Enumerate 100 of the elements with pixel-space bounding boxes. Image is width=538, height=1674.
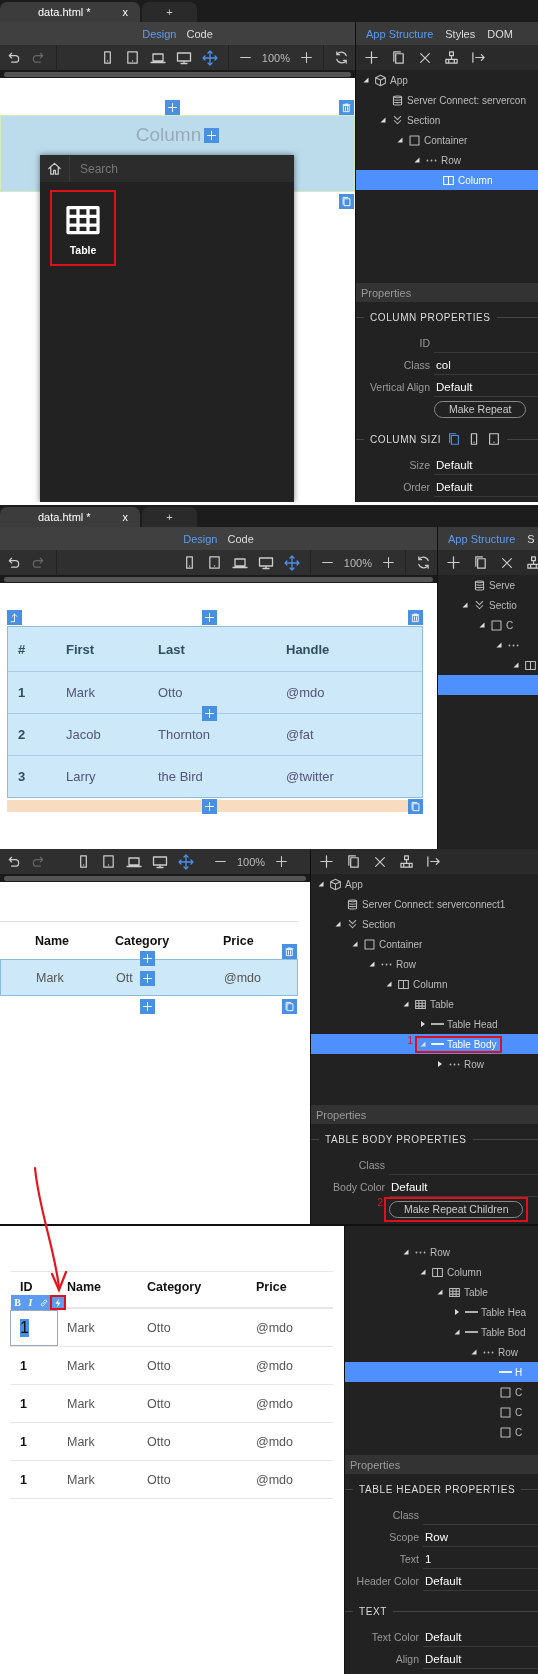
zoom-in-icon[interactable] <box>300 51 313 64</box>
text-field[interactable]: Row <box>423 1527 538 1547</box>
file-tab[interactable]: data.html * x <box>0 507 140 527</box>
home-button[interactable] <box>40 155 70 182</box>
tree-item[interactable]: Container <box>356 130 538 150</box>
view-tab[interactable]: Design <box>183 532 218 545</box>
tree-item[interactable]: C <box>345 1422 538 1442</box>
duplicate-button[interactable] <box>408 799 423 814</box>
move-icon[interactable] <box>178 853 194 870</box>
close-button[interactable]: x <box>122 511 128 523</box>
new-tab-button[interactable]: + <box>142 507 197 527</box>
tablet-icon[interactable] <box>124 50 140 65</box>
tree-item[interactable]: Container <box>311 934 538 954</box>
tree-item[interactable]: Table <box>345 1282 538 1302</box>
view-tab[interactable]: Code <box>227 532 254 545</box>
close-icon[interactable] <box>373 854 387 869</box>
tree-item[interactable]: Table Bod <box>345 1322 538 1342</box>
undo-icon[interactable] <box>6 50 21 65</box>
hierarchy-icon[interactable] <box>444 50 459 65</box>
export-icon[interactable] <box>426 854 441 869</box>
layers-icon[interactable] <box>447 432 462 446</box>
tree-item[interactable]: Serve <box>438 575 538 595</box>
tree-item[interactable]: Row <box>356 150 538 170</box>
view-tab[interactable]: Code <box>186 27 213 40</box>
text-field[interactable]: Default <box>423 1649 538 1669</box>
tree-item[interactable]: Section <box>356 110 538 130</box>
add-icon[interactable] <box>364 50 379 65</box>
tree-item[interactable]: Table <box>311 994 538 1014</box>
text-field[interactable]: col <box>434 355 538 375</box>
hierarchy-icon[interactable] <box>526 555 538 570</box>
scrollbar[interactable] <box>0 70 355 78</box>
add-icon[interactable] <box>446 555 461 570</box>
text-field[interactable]: Default <box>434 455 538 475</box>
tree-item[interactable]: C <box>345 1402 538 1422</box>
desktop-icon[interactable] <box>257 554 274 571</box>
duplicate-button[interactable] <box>339 194 354 209</box>
tree-item[interactable]: Column <box>311 974 538 994</box>
add-button[interactable] <box>140 951 155 966</box>
tree-item[interactable]: Row <box>311 954 538 974</box>
tree-item[interactable]: Section <box>311 914 538 934</box>
panel-tab[interactable]: App Structure <box>366 27 434 40</box>
undo-icon[interactable] <box>6 555 21 570</box>
text-field[interactable]: 1 <box>423 1549 538 1569</box>
desktop-icon[interactable] <box>152 853 168 870</box>
tree-item[interactable]: Server Connect: serverconnect1 <box>311 894 538 914</box>
tree-item[interactable]: Server Connect: servercon <box>356 90 538 110</box>
zoom-in-icon[interactable] <box>382 556 395 569</box>
panel-tab[interactable]: App Structure <box>448 532 516 545</box>
add-button[interactable] <box>140 999 155 1014</box>
hierarchy-icon[interactable] <box>399 854 414 869</box>
tree-item[interactable]: Sectio <box>438 595 538 615</box>
add-button[interactable] <box>204 127 220 143</box>
select-parent-button[interactable] <box>7 610 22 625</box>
add-button[interactable] <box>202 706 217 721</box>
export-icon[interactable] <box>471 50 486 65</box>
duplicate-button[interactable] <box>282 999 297 1014</box>
tree-item[interactable]: Table Hea <box>345 1302 538 1322</box>
zoom-in-icon[interactable] <box>275 855 289 868</box>
tablet-icon[interactable] <box>487 432 502 446</box>
delete-button[interactable] <box>339 100 354 115</box>
text-field[interactable]: Default <box>423 1571 538 1591</box>
view-tab[interactable]: Design <box>142 27 177 40</box>
copy-icon[interactable] <box>391 50 406 65</box>
dynamic-data-button[interactable] <box>50 1295 66 1310</box>
selected-row[interactable]: Mark Ott @mdo <box>0 959 298 996</box>
copy-icon[interactable] <box>346 854 361 869</box>
tree-item[interactable]: App <box>311 874 538 894</box>
add-button[interactable] <box>140 971 155 986</box>
close-icon[interactable] <box>418 50 432 65</box>
desktop-icon[interactable] <box>175 49 192 66</box>
refresh-icon[interactable] <box>416 555 431 570</box>
tree-item[interactable]: Row <box>345 1342 538 1362</box>
undo-icon[interactable] <box>6 854 21 869</box>
move-icon[interactable] <box>283 554 300 571</box>
add-button[interactable] <box>202 610 217 625</box>
delete-button[interactable] <box>408 610 423 625</box>
data-table[interactable]: # First Last Handle 1 Mark Otto @mdo 2 Jacob Thornton @fat 3 Larry the Bird @twitter <box>7 626 423 798</box>
scrollbar[interactable] <box>0 874 310 882</box>
tree-item[interactable]: Row <box>311 1054 538 1074</box>
copy-icon[interactable] <box>473 555 488 570</box>
refresh-icon[interactable] <box>334 50 349 65</box>
text-field[interactable]: Default <box>434 377 538 397</box>
panel-tab[interactable]: DOM <box>487 27 513 40</box>
component-item[interactable]: Table <box>50 190 116 266</box>
tree-item[interactable]: C <box>438 615 538 635</box>
search-field[interactable]: Search <box>70 155 294 182</box>
tree-item[interactable]: Table Head <box>311 1014 538 1034</box>
panel-tab[interactable]: Styles <box>445 27 476 40</box>
add-button[interactable] <box>202 799 217 814</box>
scrollbar[interactable] <box>0 575 437 583</box>
text-field[interactable]: Default <box>389 1177 538 1197</box>
close-icon[interactable] <box>500 555 514 570</box>
new-tab-button[interactable]: + <box>142 2 197 22</box>
panel-tab[interactable]: S <box>527 532 535 545</box>
tree-item[interactable]: Row <box>345 1242 538 1262</box>
add-button[interactable] <box>165 100 180 115</box>
tree-item[interactable]: Column <box>345 1262 538 1282</box>
tree-item[interactable]: App <box>356 70 538 90</box>
add-icon[interactable] <box>319 854 334 869</box>
text-field[interactable]: Default <box>434 477 538 497</box>
